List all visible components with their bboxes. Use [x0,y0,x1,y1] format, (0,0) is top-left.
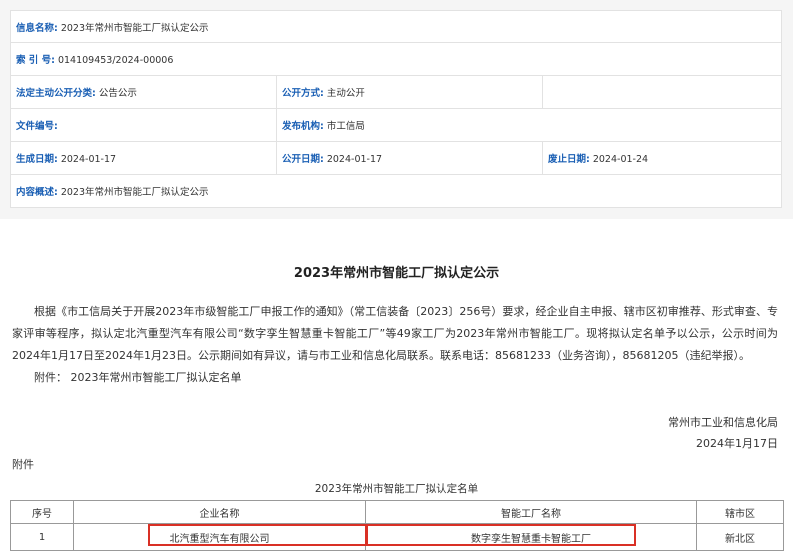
article-paragraph: 根据《市工信局关于开展2023年市级智能工厂申报工作的通知》（常工信装备〔202… [12,305,778,362]
attachment-heading: 附件 [12,458,34,471]
method-cell: 公开方式: 主动公开 [276,75,543,109]
expiry-cell: 废止日期: 2024-01-24 [541,141,783,175]
header-no: 序号 [10,500,74,524]
table-header-row: 序号 企业名称 智能工厂名称 辖市区 [10,500,784,524]
sign-date: 2024年1月17日 [696,437,778,450]
category-cell: 法定主动公开分类: 公告公示 [10,75,277,109]
article-body: 根据《市工信局关于开展2023年市级智能工厂申报工作的通知》（常工信装备〔202… [12,301,778,389]
summary-cell: 内容概述: 2023年常州市智能工厂拟认定公示 [9,174,783,208]
attachment-line: 附件： 2023年常州市智能工厂拟认定名单 [34,371,242,384]
info-name-cell: 信息名称: 2023年常州市智能工厂拟认定公示 [9,10,783,43]
public-date-cell: 公开日期: 2024-01-17 [276,141,543,175]
header-factory: 智能工厂名称 [365,500,697,524]
index-cell: 索 引 号: 014109453/2024-00006 [9,42,783,76]
empty-cell [541,75,783,109]
highlight-box-company [148,524,367,546]
cell-no: 1 [10,523,74,551]
created-cell: 生成日期: 2024-01-17 [10,141,277,175]
header-company: 企业名称 [73,500,366,524]
publisher-cell: 发布机构: 市工信局 [275,108,783,142]
doc-no-cell: 文件编号: [10,108,277,142]
article-title: 2023年常州市智能工厂拟认定公示 [293,266,500,281]
list-title: 2023年常州市智能工厂拟认定名单 [314,483,479,495]
cell-district: 新北区 [696,523,784,551]
signer: 常州市工业和信息化局 [668,416,778,429]
info-table: 信息名称: 2023年常州市智能工厂拟认定公示 索 引 号: 014109453… [9,10,783,208]
info-panel: 信息名称: 2023年常州市智能工厂拟认定公示 索 引 号: 014109453… [0,0,793,219]
highlight-box-factory [366,524,636,546]
header-district: 辖市区 [696,500,784,524]
